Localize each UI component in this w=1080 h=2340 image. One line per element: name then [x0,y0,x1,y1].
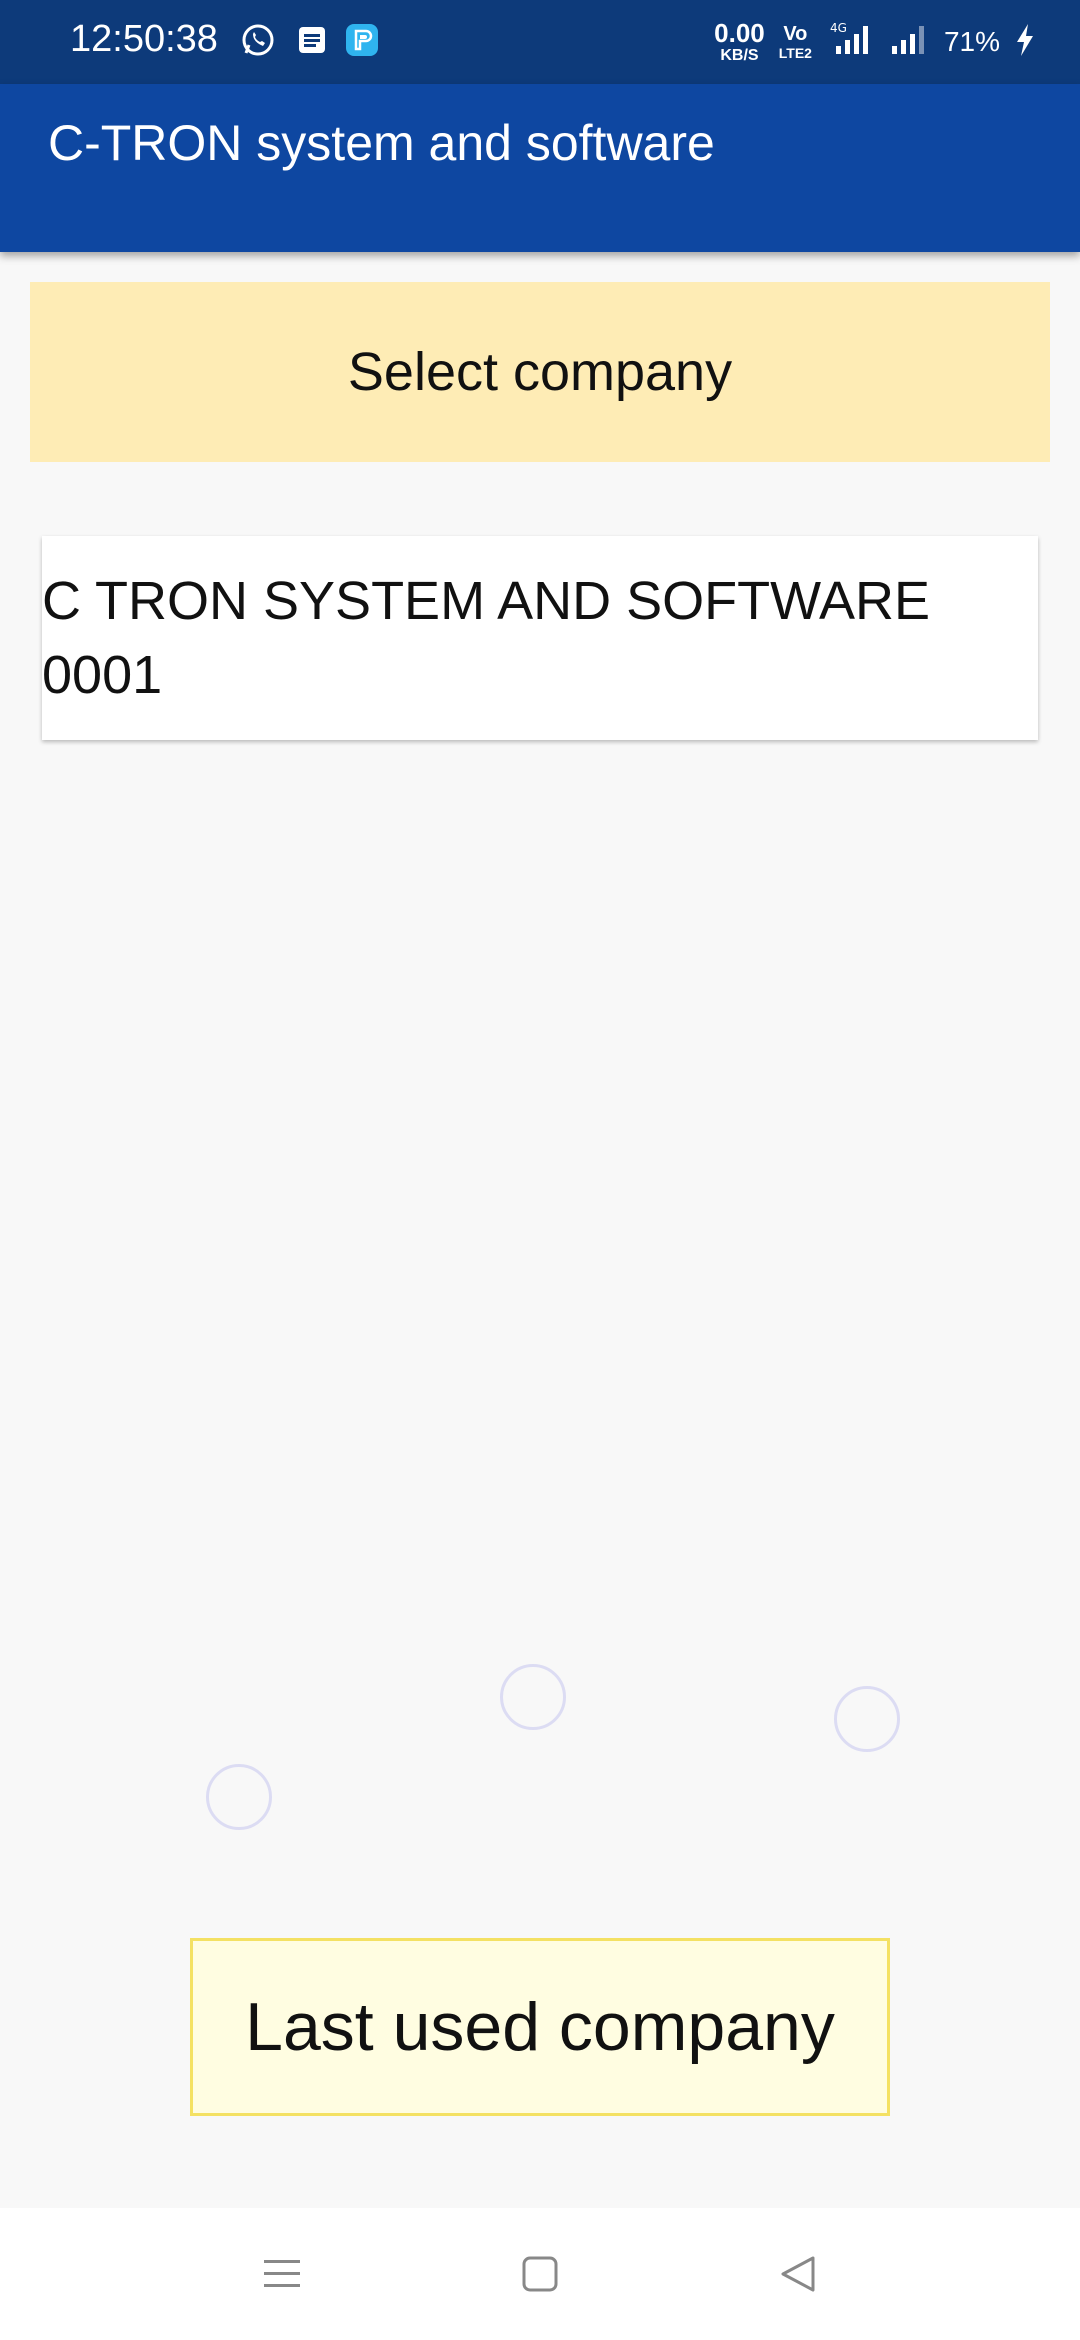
whatsapp-icon [240,22,276,58]
charging-icon [1014,22,1036,63]
touch-indicator [834,1686,900,1752]
battery-level: 71% [943,26,1000,57]
touch-indicator [500,1664,566,1730]
svg-text:4G: 4G [830,21,847,35]
company-name: C TRON SYSTEM AND SOFTWARE 0001 [42,571,931,705]
status-time: 12:50:38 [70,18,218,60]
app-bar: C-TRON system and software [0,84,1080,252]
select-company-label: Select company [347,342,733,402]
touch-indicator [206,1764,272,1830]
menu-icon[interactable] [252,2244,312,2304]
app-title: C-TRON system and software [48,115,715,171]
volte-indicator: Vo LTE2 [778,23,812,61]
navigation-bar [0,2208,1080,2340]
notes-icon [294,22,330,58]
back-icon[interactable] [768,2244,828,2304]
app-icon [344,22,380,58]
select-company-banner: Select company [30,282,1050,462]
signal-4g-icon: 4G [826,20,876,65]
company-list-item[interactable]: C TRON SYSTEM AND SOFTWARE 0001 [42,536,1038,740]
last-used-company-button[interactable]: Last used company [190,1938,890,2116]
last-used-company-label: Last used company [245,1989,835,2065]
home-icon[interactable] [510,2244,570,2304]
status-bar: 12:50:38 0.00 KB/S Vo LTE2 4G 71% [0,0,1080,84]
network-speed: 0.00 KB/S [714,18,765,64]
status-indicators: 0.00 KB/S Vo LTE2 4G 71% [714,14,1036,70]
signal-icon [890,20,930,65]
